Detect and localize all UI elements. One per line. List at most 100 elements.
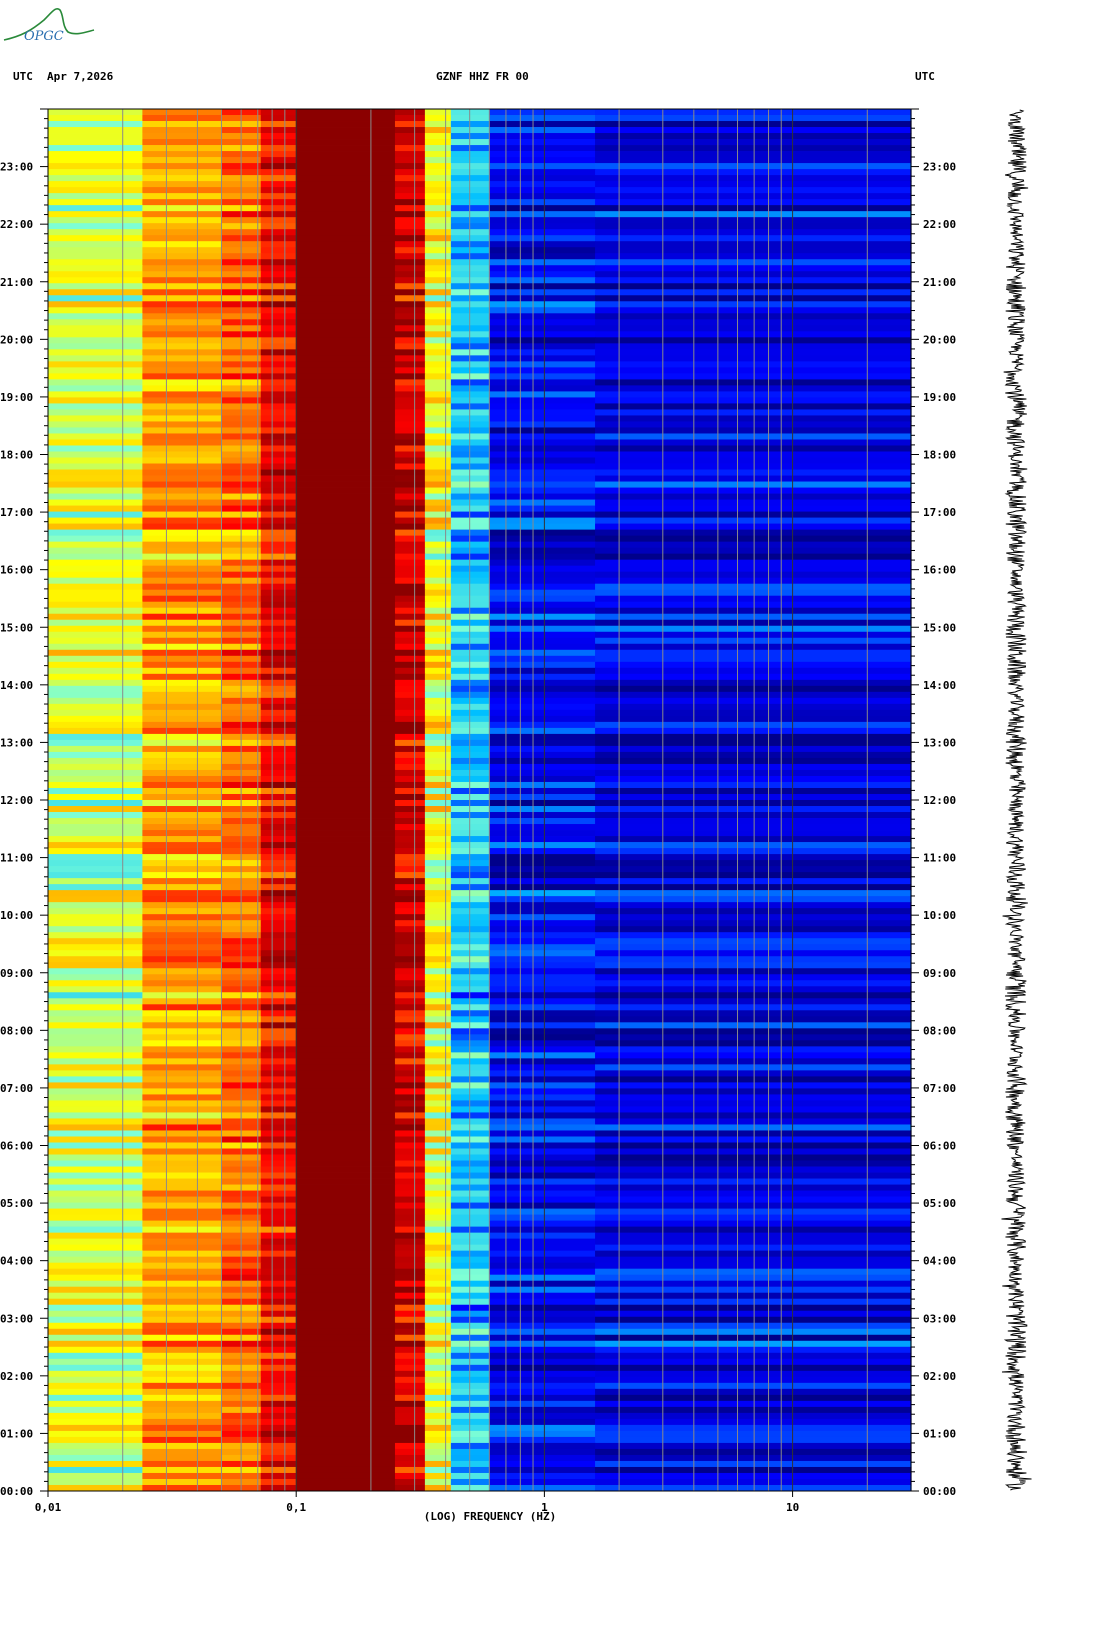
spectrogram-heatmap (48, 109, 912, 1492)
heatmap-cell (142, 968, 223, 975)
heatmap-cell (450, 733, 490, 741)
heatmap-cell (450, 409, 490, 416)
heatmap-cell (260, 818, 297, 825)
heatmap-cell (48, 1136, 143, 1143)
heatmap-cell (296, 469, 396, 476)
heatmap-cell (296, 854, 396, 861)
heatmap-cell (296, 727, 396, 735)
heatmap-cell (595, 1250, 912, 1258)
heatmap-cell (489, 511, 596, 518)
heatmap-cell (489, 1334, 596, 1342)
heatmap-cell (595, 691, 912, 699)
heatmap-cell (595, 379, 912, 386)
heatmap-cell (595, 956, 912, 963)
heatmap-cell (450, 1178, 490, 1185)
heatmap-cell (424, 1430, 452, 1438)
y-axis-right: 00:0001:0002:0003:0004:0005:0006:0007:00… (911, 108, 956, 1498)
heatmap-cell (394, 1190, 426, 1197)
heatmap-cell (296, 289, 396, 296)
heatmap-cell (48, 1106, 143, 1113)
heatmap-cell (489, 1358, 596, 1366)
heatmap-cell (260, 187, 297, 194)
heatmap-cell (595, 1412, 912, 1420)
heatmap-cell (424, 217, 452, 224)
heatmap-cell (142, 998, 223, 1005)
heatmap-cell (296, 295, 396, 302)
heatmap-cell (296, 902, 396, 909)
heatmap-cell (394, 769, 426, 777)
heatmap-cell (296, 325, 396, 332)
heatmap-cell (48, 523, 143, 531)
heatmap-cell (142, 235, 223, 242)
heatmap-cell (394, 1094, 426, 1101)
heatmap-cell (48, 145, 143, 152)
heatmap-cell (142, 1166, 223, 1173)
heatmap-cell (142, 241, 223, 248)
heatmap-cell (595, 1370, 912, 1378)
heatmap-cell (489, 1136, 596, 1143)
spectrogram-chart: 00:0001:0002:0003:0004:0005:0006:0007:00… (0, 108, 1032, 1523)
heatmap-cell (595, 373, 912, 380)
heatmap-cell (595, 793, 912, 801)
heatmap-cell (48, 589, 143, 597)
heatmap-cell (450, 439, 490, 446)
heatmap-cell (48, 451, 143, 458)
heatmap-cell (142, 721, 223, 729)
heatmap-cell (595, 517, 912, 524)
heatmap-cell (48, 1076, 143, 1083)
heatmap-cell (595, 1280, 912, 1288)
heatmap-cell (424, 253, 452, 260)
heatmap-cell (48, 223, 143, 230)
heatmap-cell (48, 896, 143, 903)
heatmap-cell (595, 1166, 912, 1173)
heatmap-cell (142, 872, 223, 879)
heatmap-cell (260, 1016, 297, 1023)
heatmap-cell (296, 763, 396, 771)
heatmap-cell (450, 932, 490, 939)
heatmap-cell (48, 757, 143, 765)
heatmap-cell (296, 145, 396, 152)
heatmap-cell (260, 824, 297, 831)
heatmap-cell (394, 830, 426, 837)
heatmap-cell (48, 775, 143, 783)
heatmap-cell (450, 607, 490, 615)
heatmap-cell (424, 235, 452, 242)
heatmap-cell (296, 271, 396, 278)
heatmap-cell (595, 217, 912, 224)
y-tick-label: 07:00 (0, 1082, 33, 1095)
heatmap-cell (450, 1430, 490, 1438)
heatmap-cell (296, 193, 396, 200)
heatmap-cell (394, 673, 426, 681)
heatmap-cell (296, 1148, 396, 1155)
y-tick-label: 01:00 (0, 1427, 33, 1440)
heatmap-cell (424, 337, 452, 344)
heatmap-cell (595, 1076, 912, 1083)
heatmap-cell (424, 1436, 452, 1444)
heatmap-cell (48, 337, 143, 344)
heatmap-cell (260, 1136, 297, 1143)
heatmap-cell (489, 1178, 596, 1185)
heatmap-cell (424, 1016, 452, 1023)
heatmap-cell (595, 295, 912, 302)
heatmap-cell (142, 115, 223, 122)
heatmap-cell (450, 127, 490, 134)
heatmap-cell (489, 661, 596, 669)
heatmap-cell (489, 127, 596, 134)
heatmap-cell (595, 1190, 912, 1197)
heatmap-cell (424, 1136, 452, 1143)
heatmap-cell (48, 1418, 143, 1426)
heatmap-cell (595, 133, 912, 140)
heatmap-cell (489, 157, 596, 164)
heatmap-cell (48, 1034, 143, 1041)
heatmap-cell (394, 1046, 426, 1053)
heatmap-cell (450, 908, 490, 915)
heatmap-cell (394, 1340, 426, 1348)
heatmap-cell (48, 1298, 143, 1306)
heatmap-cell (489, 565, 596, 573)
heatmap-cell (48, 361, 143, 368)
heatmap-cell (595, 914, 912, 921)
heatmap-cell (424, 1334, 452, 1342)
heatmap-cell (260, 679, 297, 687)
heatmap-cell (48, 1250, 143, 1258)
heatmap-cell (260, 493, 297, 500)
